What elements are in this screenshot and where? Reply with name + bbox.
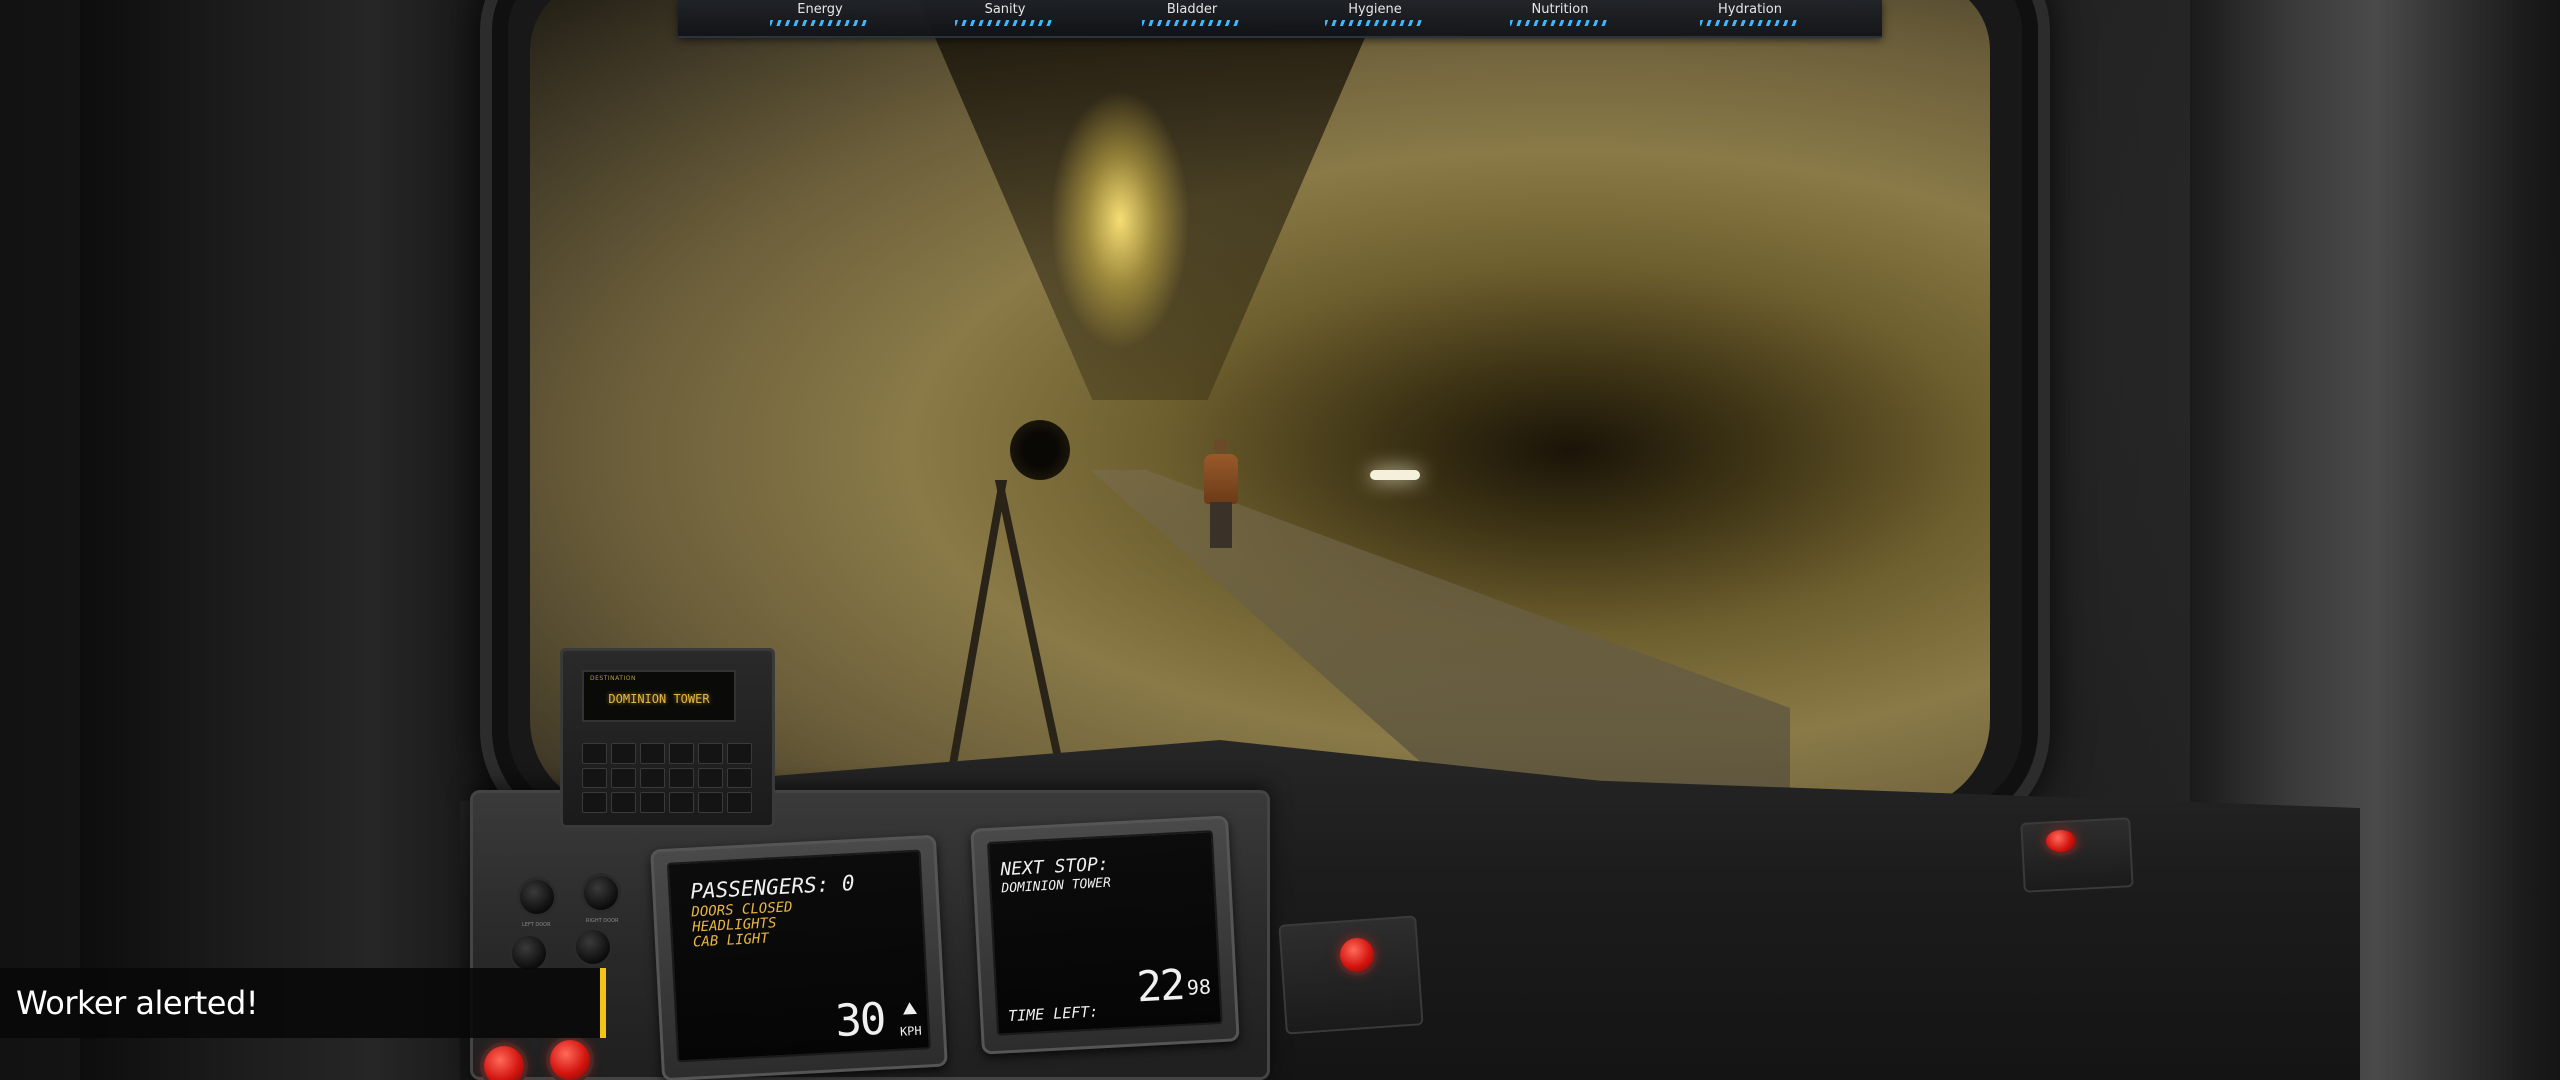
stat-label: Energy [797, 2, 843, 17]
keypad-key[interactable] [611, 743, 636, 764]
worker-head [1214, 438, 1228, 454]
keypad-key[interactable] [611, 767, 636, 789]
stat-bladder: Bladder [1127, 2, 1257, 26]
stat-energy: Energy [755, 2, 885, 26]
tunnel-worker[interactable] [1202, 438, 1238, 548]
stat-meter [770, 20, 870, 26]
status-screen: PASSENGERS: 0 DOORS CLOSED HEADLIGHTS CA… [666, 849, 931, 1063]
alert-message: Worker alerted! [16, 984, 259, 1022]
keypad-key[interactable] [698, 767, 723, 789]
emergency-button-right[interactable] [550, 1040, 590, 1080]
left-door-knob-label: LEFT DOOR [522, 922, 551, 928]
destination-screen: DESTINATION DOMINION TOWER [582, 670, 736, 722]
door-close-button[interactable] [2046, 830, 2076, 852]
keypad-key[interactable] [582, 767, 607, 789]
worker-legs [1210, 502, 1232, 548]
alert-notification: Worker alerted! [0, 968, 606, 1038]
right-door-knob-bottom[interactable] [576, 930, 610, 964]
left-door-knob-top[interactable] [520, 880, 554, 914]
keypad-key[interactable] [640, 743, 665, 764]
passenger-count: PASSENGERS: 0 [689, 871, 856, 904]
stat-nutrition: Nutrition [1495, 2, 1625, 26]
stat-meter [1142, 20, 1242, 26]
right-door-knob-top[interactable] [584, 876, 618, 910]
stat-hydration: Hydration [1685, 2, 1815, 26]
status-monitor: PASSENGERS: 0 DOORS CLOSED HEADLIGHTS CA… [650, 834, 948, 1080]
destination-unit: DESTINATION DOMINION TOWER [560, 648, 775, 828]
right-door-knob-label: RIGHT DOOR [586, 918, 619, 924]
time-left-main: 22 [1135, 960, 1185, 1012]
keypad-key[interactable] [640, 792, 665, 813]
stat-meter [1325, 20, 1425, 26]
time-left-label: TIME LEFT: [1007, 1002, 1099, 1026]
worker-body [1204, 454, 1238, 504]
cab-left-pillar [80, 0, 500, 1080]
next-stop-screen: NEXT STOP: DOMINION TOWER TIME LEFT: 22 … [986, 830, 1223, 1036]
keypad-key[interactable] [727, 792, 752, 813]
stat-meter [1510, 20, 1610, 26]
speed-unit: KPH [899, 1023, 923, 1039]
speed-value: 30 [834, 993, 886, 1048]
stat-hygiene: Hygiene [1310, 2, 1440, 26]
needs-hud: Energy Sanity Bladder Hygiene Nutrition … [678, 0, 1882, 38]
keypad-key[interactable] [727, 743, 752, 764]
keypad-key[interactable] [611, 792, 636, 813]
stat-meter [1700, 20, 1800, 26]
train-cab-scene: DESTINATION DOMINION TOWER LEFT DOOR RIG… [0, 0, 2560, 1080]
tunnel-ceiling-light [1050, 90, 1190, 350]
triangle-up-icon [902, 1001, 918, 1015]
horn-button[interactable] [1340, 938, 1374, 972]
tunnel-vanishing-point [1010, 420, 1070, 480]
keypad-key[interactable] [582, 743, 607, 764]
tunnel-wall-light [1370, 470, 1420, 480]
destination-keypad [582, 743, 752, 813]
destination-caption: DESTINATION [590, 675, 636, 682]
stat-label: Sanity [984, 2, 1026, 17]
next-stop-monitor: NEXT STOP: DOMINION TOWER TIME LEFT: 22 … [970, 815, 1240, 1055]
keypad-key[interactable] [698, 792, 723, 813]
stat-label: Hygiene [1348, 2, 1402, 17]
keypad-key[interactable] [669, 743, 694, 764]
emergency-button-left[interactable] [484, 1046, 524, 1080]
status-line-cablight: CAB LIGHT [692, 930, 770, 951]
keypad-key[interactable] [640, 767, 665, 789]
door-button-plate [2020, 817, 2134, 893]
keypad-key[interactable] [669, 767, 694, 789]
time-left-fraction: 98 [1186, 974, 1212, 1000]
horn-button-plate [1278, 915, 1424, 1035]
keypad-key[interactable] [669, 792, 694, 813]
stat-label: Nutrition [1531, 2, 1589, 17]
destination-value: DOMINION TOWER [608, 692, 710, 706]
stat-sanity: Sanity [940, 2, 1070, 26]
left-door-knob-bottom[interactable] [512, 936, 546, 970]
keypad-key[interactable] [582, 792, 607, 813]
keypad-key[interactable] [698, 743, 723, 764]
stat-meter [955, 20, 1055, 26]
stat-label: Bladder [1166, 2, 1218, 17]
keypad-key[interactable] [727, 767, 752, 789]
stat-label: Hydration [1718, 2, 1782, 17]
